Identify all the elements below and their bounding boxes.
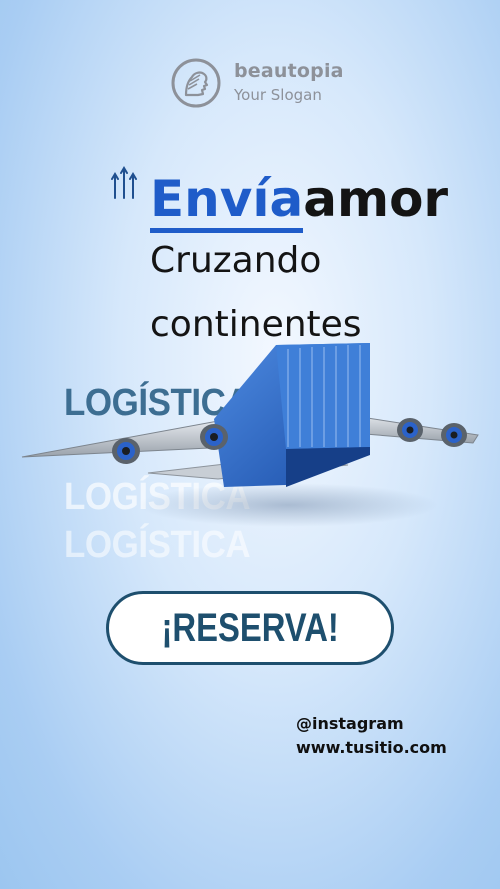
instagram-handle[interactable]: @instagram (296, 714, 404, 733)
brand-name: beautopia (234, 60, 344, 82)
reserve-button-label: ¡RESERVA! (161, 605, 339, 650)
brand-slogan: Your Slogan (234, 86, 322, 104)
headline-rest: amor (303, 170, 449, 228)
up-arrows-icon (111, 166, 137, 199)
cargo-plane-illustration (21, 343, 479, 527)
headline-highlight: Envía (150, 170, 304, 233)
brand-logo-icon (171, 58, 221, 108)
headline-line-2: Cruzando (150, 240, 322, 281)
website-link[interactable]: www.tusitio.com (296, 738, 447, 757)
headline: Envíaamor (150, 162, 448, 236)
reserve-button[interactable]: ¡RESERVA! (106, 591, 394, 665)
